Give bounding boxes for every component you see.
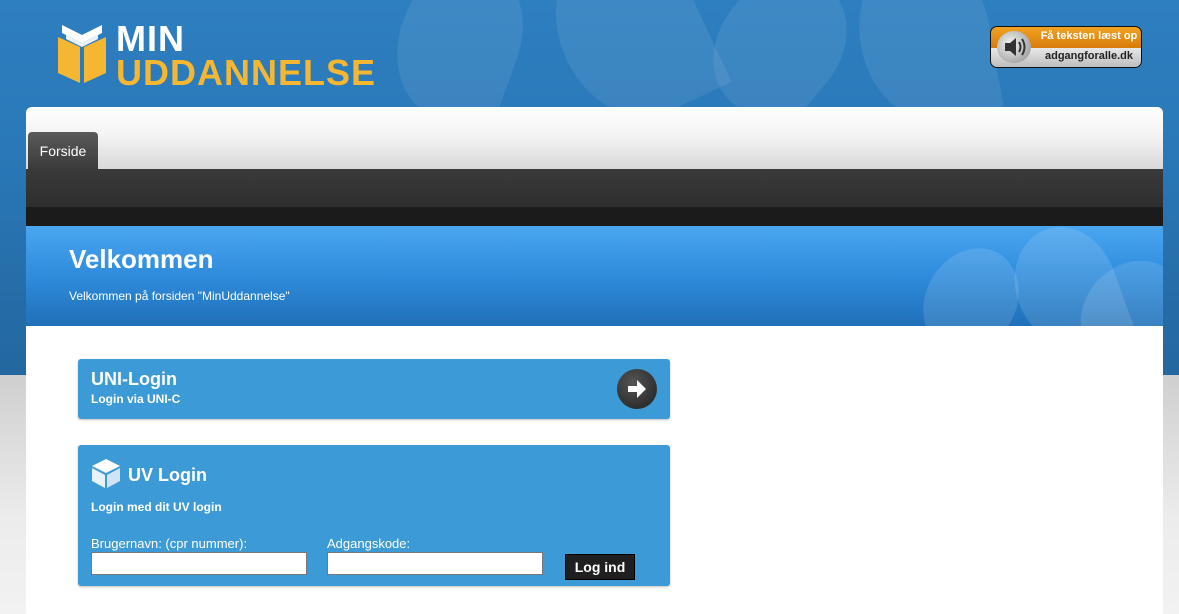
page-subtitle: Velkommen på forsiden "MinUddannelse" <box>69 289 290 303</box>
main-panel: Forside Velkommen Velkommen på forsiden … <box>26 107 1163 614</box>
tts-label: Få teksten læst op <box>1040 30 1138 42</box>
page-title: Velkommen <box>69 244 214 274</box>
uv-login-title: UV Login <box>128 465 207 485</box>
tab-forside[interactable]: Forside <box>28 132 98 170</box>
book-icon <box>58 25 106 83</box>
uv-login-box: UV Login Login med dit UV login Brugerna… <box>78 445 670 586</box>
arrow-right-icon[interactable] <box>617 369 657 409</box>
uv-login-subtitle: Login med dit UV login <box>91 500 222 514</box>
cube-icon <box>92 459 120 488</box>
site-logo[interactable]: MIN UDDANNELSE <box>54 19 377 93</box>
username-field[interactable] <box>91 552 307 575</box>
uni-login-subtitle: Login via UNI-C <box>91 392 181 406</box>
login-button[interactable]: Log ind <box>565 554 635 580</box>
uni-login-title: UNI-Login <box>91 369 177 389</box>
welcome-banner: Velkommen Velkommen på forsiden "MinUdda… <box>26 226 1163 326</box>
uni-login-box[interactable]: UNI-Login Login via UNI-C <box>78 359 670 419</box>
password-label: Adgangskode: <box>327 536 411 551</box>
nav-top: Forside <box>26 107 1163 170</box>
tts-site-label: adgangforalle.dk <box>1044 50 1134 62</box>
logo-text-uddannelse: UDDANNELSE <box>116 52 377 93</box>
nav-subbar <box>26 207 1163 226</box>
text-to-speech-button[interactable]: Få teksten læst op adgangforalle.dk <box>990 26 1142 68</box>
speaker-icon <box>997 31 1031 63</box>
username-label: Brugernavn: (cpr nummer): <box>91 536 248 551</box>
nav-bar <box>26 169 1163 207</box>
password-field[interactable] <box>327 552 543 575</box>
